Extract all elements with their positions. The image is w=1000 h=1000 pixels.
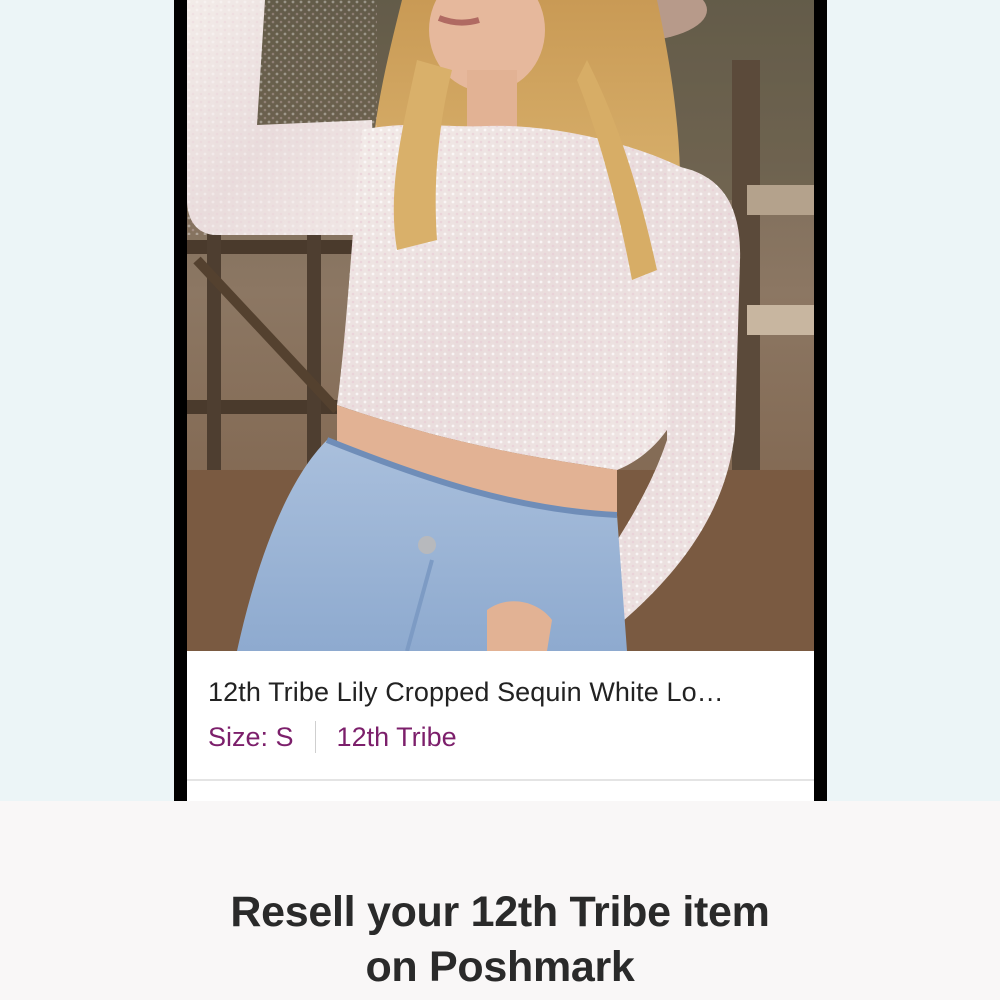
resell-headline-line2: on Poshmark xyxy=(365,943,635,991)
card-divider xyxy=(187,779,814,781)
phone-frame: 12th Tribe Lily Cropped Sequin White Lo…… xyxy=(174,0,827,801)
resell-headline: Resell your 12th Tribe item on Poshmark xyxy=(0,885,1000,995)
meta-divider xyxy=(314,721,316,753)
product-photo[interactable] xyxy=(187,0,814,651)
phone-screen: 12th Tribe Lily Cropped Sequin White Lo…… xyxy=(187,0,814,801)
listing-meta: Size: S 12th Tribe xyxy=(208,721,457,753)
page: 12th Tribe Lily Cropped Sequin White Lo…… xyxy=(0,0,1000,1000)
resell-headline-line1: Resell your 12th Tribe item xyxy=(230,888,770,936)
listing-brand-link[interactable]: 12th Tribe xyxy=(337,722,457,753)
resell-promo-panel: Resell your 12th Tribe item on Poshmark xyxy=(0,801,1000,1000)
listing-title[interactable]: 12th Tribe Lily Cropped Sequin White Lo… xyxy=(208,677,798,708)
listing-size: Size: S xyxy=(208,721,294,752)
listing-card-info[interactable]: 12th Tribe Lily Cropped Sequin White Lo…… xyxy=(187,651,814,779)
